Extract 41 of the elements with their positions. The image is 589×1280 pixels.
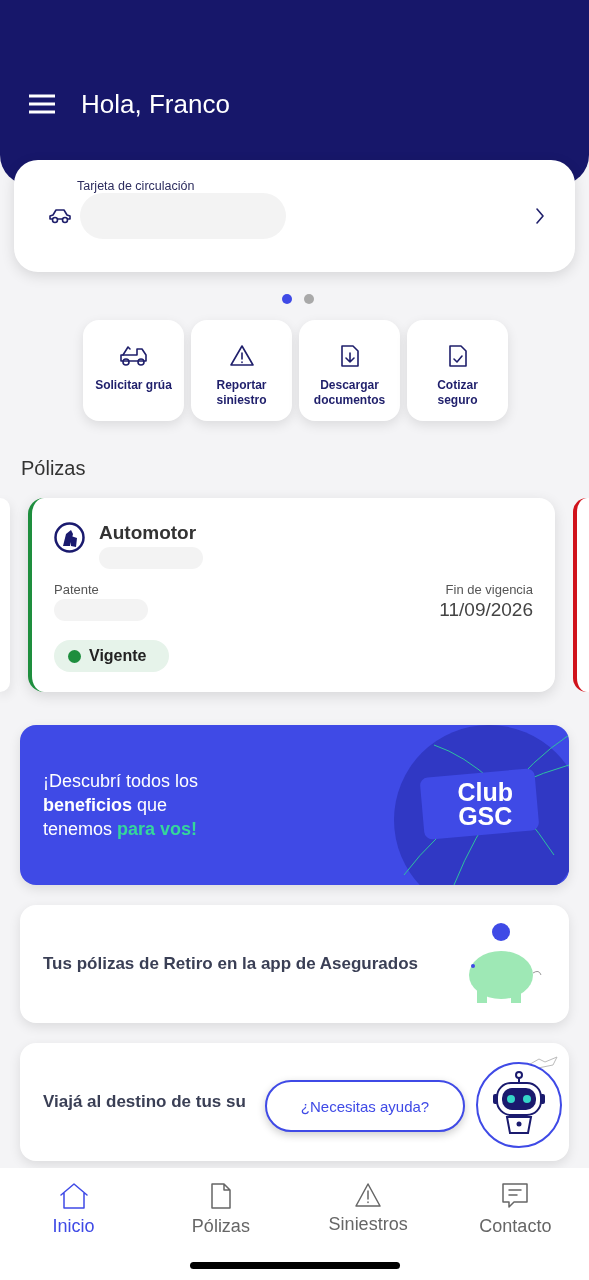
promo-text: Tus pólizas de Retiro en la app de Asegurados xyxy=(43,954,419,974)
policy-card[interactable]: Automotor Patente Fin de vigencia 11/09/2026 Vigente xyxy=(28,498,555,692)
quick-action-button[interactable]: Reportar siniestro xyxy=(191,320,292,421)
chat-icon xyxy=(501,1182,530,1210)
club-banner[interactable]: ¡Descubrí todos los beneficios que tenemos para vos! Club GSC xyxy=(20,725,569,885)
field-label: Fin de vigencia xyxy=(445,582,533,597)
policy-card-edge[interactable] xyxy=(573,498,589,692)
chevron-right-icon[interactable] xyxy=(535,207,545,225)
tow-truck-icon xyxy=(118,344,149,368)
promo-card[interactable]: Tus pólizas de Retiro en la app de Asegurados xyxy=(20,905,569,1023)
car-icon xyxy=(48,208,72,224)
field-label: Patente xyxy=(54,582,100,597)
nav-tab[interactable]: Contacto xyxy=(441,1182,589,1240)
insurer-logo-icon xyxy=(54,522,85,553)
end-date: 11/09/2026 xyxy=(439,599,533,621)
home-icon xyxy=(58,1182,89,1210)
help-button[interactable]: ¿Necesitas ayuda? xyxy=(265,1080,465,1132)
banner-text: ¡Descubrí todos los beneficios que tenemos para vos! xyxy=(43,770,200,841)
nav-tab[interactable]: Inicio xyxy=(0,1182,148,1240)
carousel-dot[interactable] xyxy=(303,294,314,304)
carousel-dot[interactable] xyxy=(281,294,292,304)
nav-tab[interactable]: Pólizas xyxy=(147,1182,295,1240)
document-download-icon xyxy=(339,344,360,368)
document-icon xyxy=(209,1182,232,1210)
card-label: Tarjeta de circulación xyxy=(77,179,195,193)
policy-type: Automotor xyxy=(99,522,198,544)
logo-text: GSC xyxy=(458,804,513,828)
document-check-icon xyxy=(447,344,468,368)
promo-text: Viajá al destino de tus su xyxy=(43,1092,246,1112)
quick-action-button[interactable]: Solicitar grúa xyxy=(83,320,184,421)
vehicle-card[interactable]: Tarjeta de circulación xyxy=(14,160,575,272)
nav-tab[interactable]: Siniestros xyxy=(294,1182,442,1240)
section-heading: Pólizas xyxy=(21,457,87,480)
greeting-title: Hola, Franco xyxy=(81,88,230,121)
status-badge: Vigente xyxy=(54,640,169,672)
logo-text: Club xyxy=(457,780,513,804)
warning-icon xyxy=(354,1182,383,1208)
warning-icon xyxy=(228,344,255,368)
quick-action-button[interactable]: Cotizar seguro xyxy=(407,320,508,421)
quick-action-button[interactable]: Descargar documentos xyxy=(299,320,400,421)
menu-icon[interactable] xyxy=(28,94,56,114)
